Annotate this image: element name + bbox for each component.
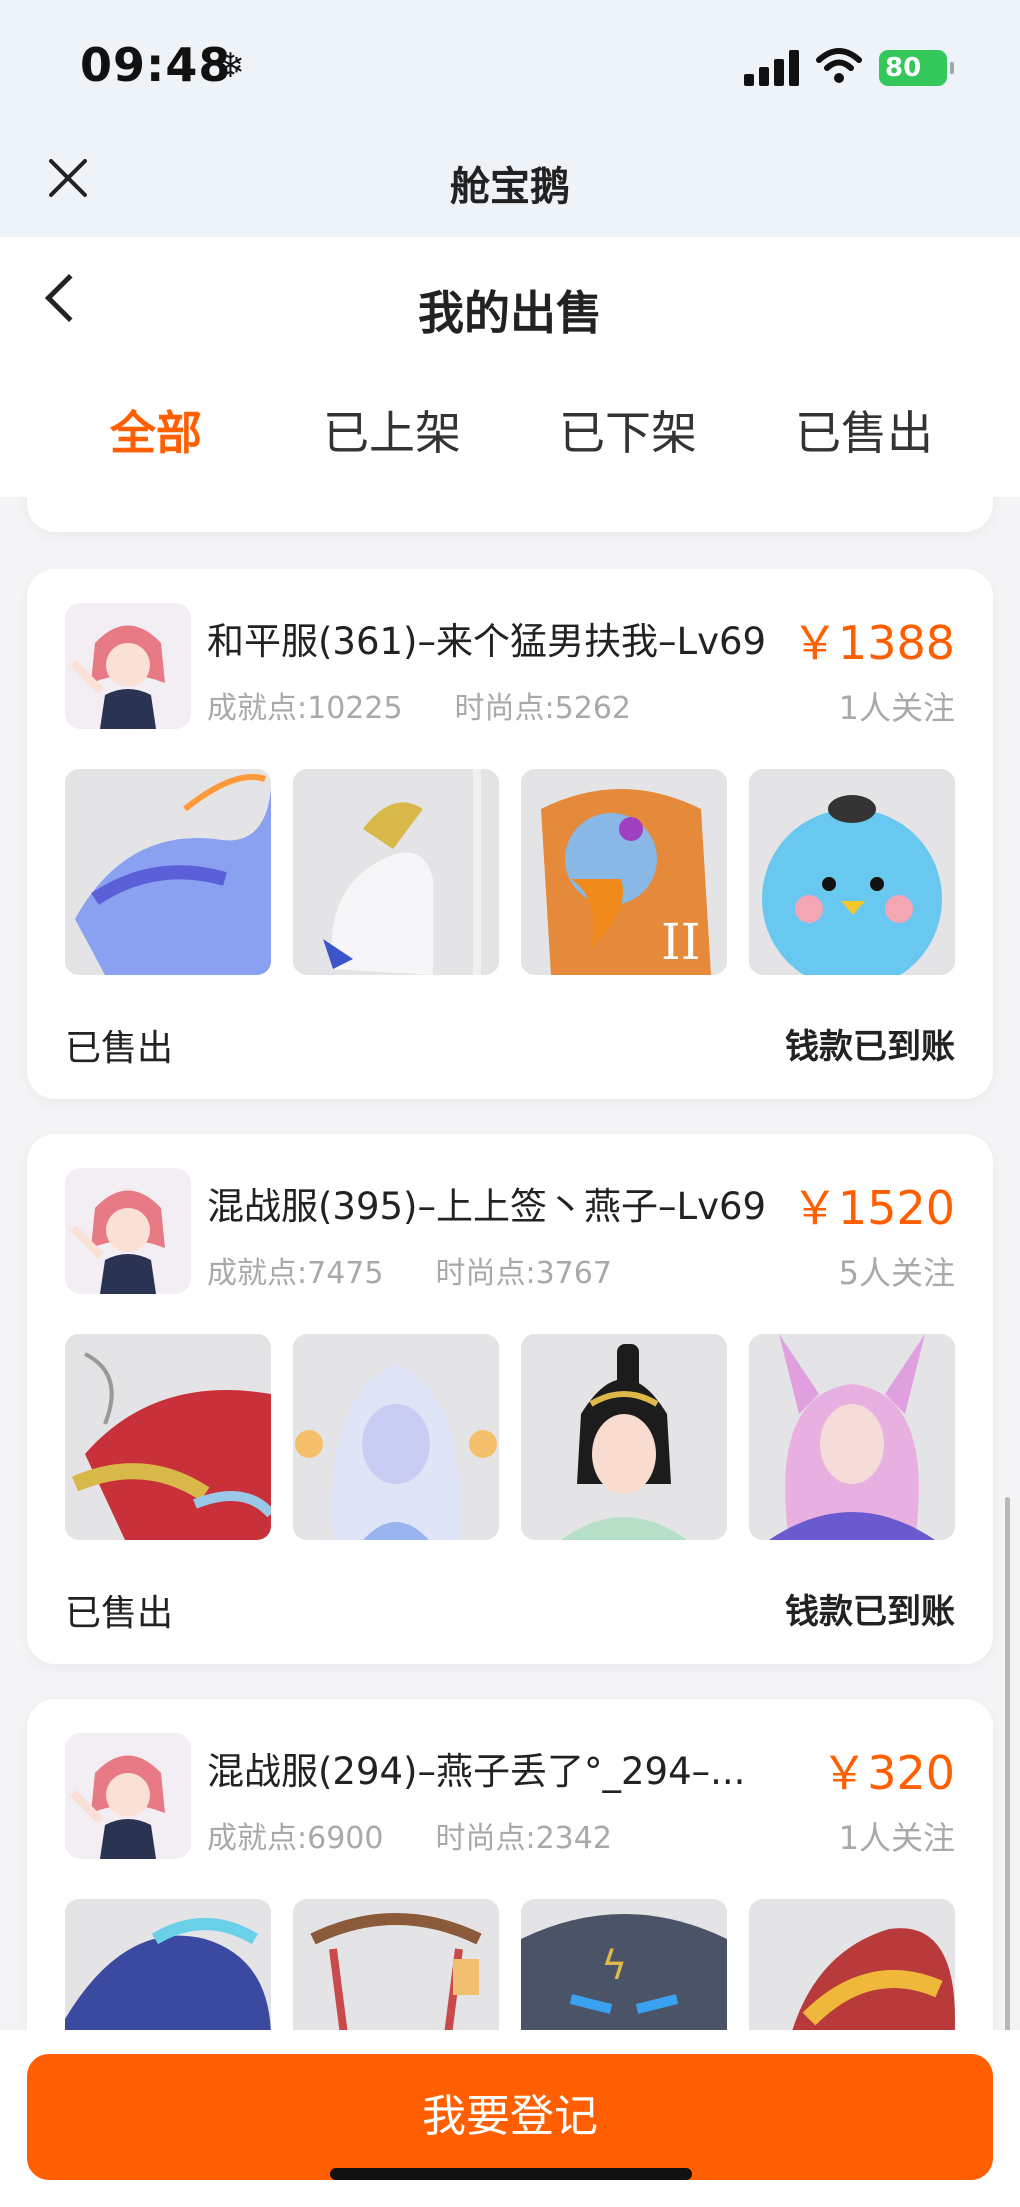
price: ￥320 [821,1746,955,1800]
listing-card[interactable]: 混战服(294)–燕子丢了°_294–... 成就点:6900 时尚点:2342 … [27,1699,993,2030]
blue-dragon-mount-icon [65,769,271,975]
white-swan-mount-icon [293,769,499,975]
account-stats: 成就点:10225 时尚点:5262 [207,683,631,727]
account-title: 混战服(294)–燕子丢了°_294–... [207,1750,746,1793]
item-thumbnails: II [65,769,955,975]
battery-icon: 80 [879,50,954,86]
listing-card[interactable]: 混战服(395)–上上签丶燕子–Lv69 成就点:7475 时尚点:3767 ￥1… [27,1134,993,1664]
item-thumbnails: ϟ [65,1899,955,2030]
cellular-signal-icon [744,50,800,86]
page-title: 我的出售 [418,286,602,340]
top-bar: 09:48 ❄ 80 舱宝鹅 [0,0,1020,237]
battery-level: 80 [885,53,922,83]
tab-bar: 全部 已上架 已下架 已售出 [0,397,1020,477]
account-stats: 成就点:7475 时尚点:3767 [207,1248,612,1292]
register-button[interactable]: 我要登记 [27,2054,993,2180]
achievement-points: 成就点:7475 [207,1256,384,1291]
follower-count: 1人关注 [838,689,955,727]
character-avatar [65,603,191,729]
black-hair-character-icon [521,1334,727,1540]
page-header: 我的出售 全部 已上架 已下架 已售出 [0,237,1020,497]
tab-all[interactable]: 全部 [38,397,274,463]
svg-text:II: II [661,913,701,971]
stone-golem-icon: ϟ [521,1899,727,2030]
price: ￥1520 [791,1181,955,1235]
character-avatar [65,1733,191,1859]
sale-status: 已售出 [65,1593,174,1634]
gold-dragon-icon [749,1899,955,2030]
fashion-points: 时尚点:2342 [435,1821,612,1856]
listing-card[interactable]: 和平服(361)–来个猛男扶我–Lv69 成就点:10225 时尚点:5262 ￥… [27,569,993,1099]
fashion-points: 时尚点:3767 [435,1256,612,1291]
red-swing-icon [293,1899,499,2030]
follower-count: 5人关注 [838,1254,955,1292]
mini-program-title: 舱宝鹅 [450,164,570,210]
fox-ear-character-icon [749,1334,955,1540]
account-stats: 成就点:6900 时尚点:2342 [207,1813,612,1857]
scrollbar[interactable] [1005,1497,1010,2030]
price: ￥1388 [791,616,955,670]
red-dragon-mount-icon [65,1334,271,1540]
status-time: 09:48 [80,38,232,92]
previous-card-edge [27,497,993,532]
account-title: 和平服(361)–来个猛男扶我–Lv69 [207,620,767,663]
snow-icon: ❄ [216,46,245,86]
payout-status: 钱款已到账 [785,1592,955,1632]
follower-count: 1人关注 [838,1819,955,1857]
eagle-mount-icon: II [521,769,727,975]
wifi-icon [816,48,862,83]
white-hair-character-icon [293,1334,499,1540]
payout-status: 钱款已到账 [785,1027,955,1067]
tab-listed[interactable]: 已上架 [274,397,510,463]
home-indicator [330,2168,692,2180]
account-title: 混战服(395)–上上签丶燕子–Lv69 [207,1185,767,1228]
listing-scroll-area[interactable]: 和平服(361)–来个猛男扶我–Lv69 成就点:10225 时尚点:5262 ￥… [0,497,1020,2030]
achievement-points: 成就点:10225 [207,691,403,726]
svg-text:ϟ: ϟ [601,1943,627,1989]
fashion-points: 时尚点:5262 [454,691,632,726]
bottom-bar: 我要登记 [0,2030,1020,2207]
sale-status: 已售出 [65,1028,174,1069]
blue-bird-pet-icon [749,769,955,975]
achievement-points: 成就点:6900 [207,1821,384,1856]
character-avatar [65,1168,191,1294]
tab-delisted[interactable]: 已下架 [510,397,746,463]
tab-sold[interactable]: 已售出 [746,397,982,463]
dark-dragon-mount-icon [65,1899,271,2030]
item-thumbnails [65,1334,955,1540]
